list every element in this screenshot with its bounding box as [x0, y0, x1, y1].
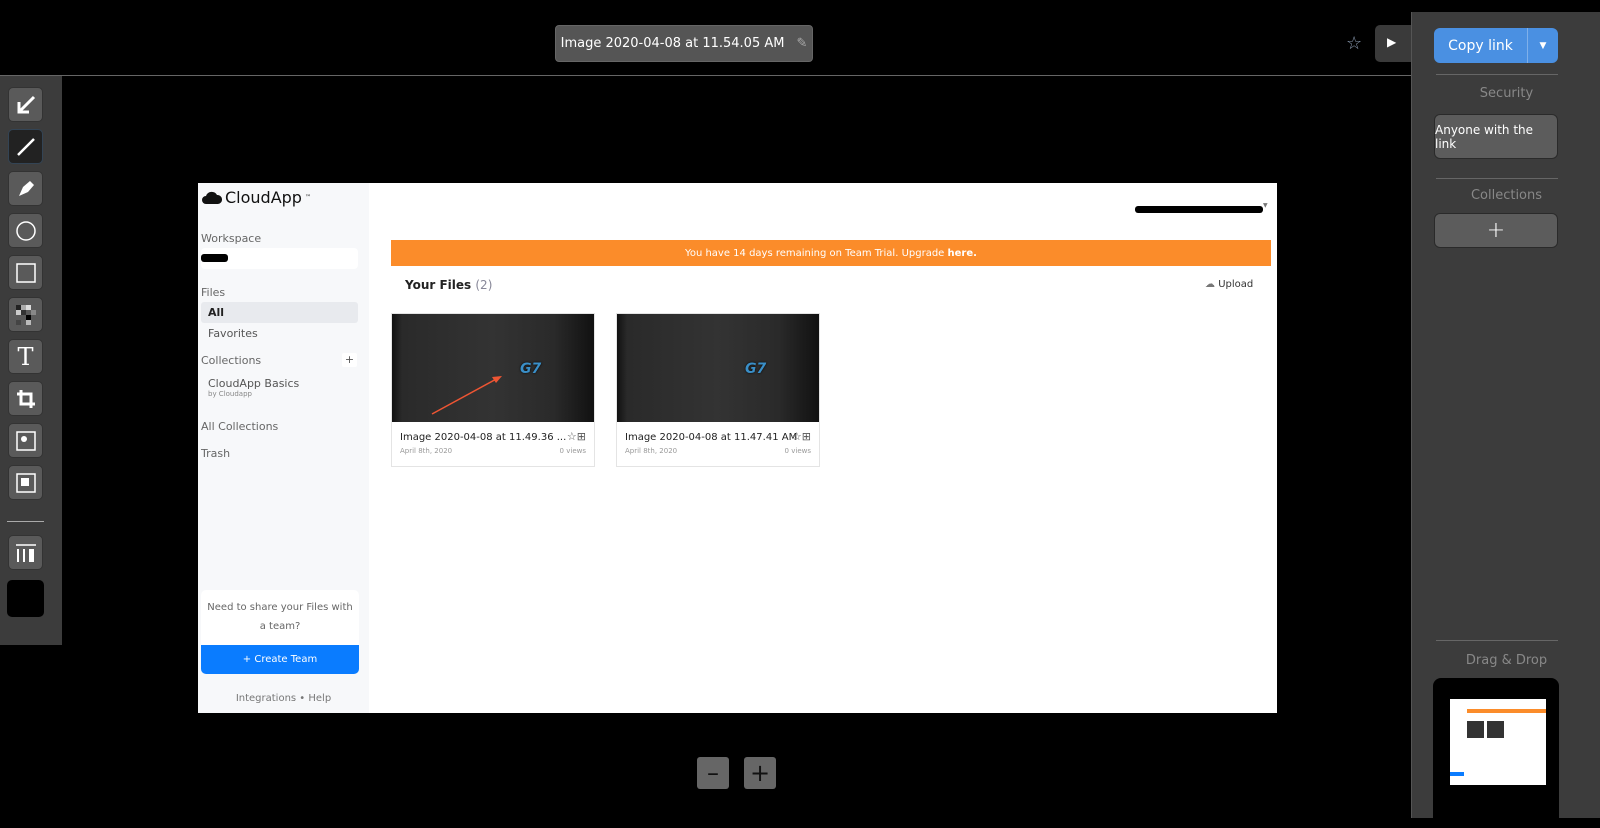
collections-label: Collections: [201, 354, 262, 367]
app-sidebar: CloudApp ™ Workspace Files All Favorites …: [198, 183, 369, 713]
file-thumbnail[interactable]: G7: [617, 314, 819, 422]
footer-links[interactable]: Integrations • Help: [198, 693, 369, 704]
promo-text: Need to share your Files with a team?: [207, 602, 353, 632]
file-name[interactable]: Image 2020-04-08 at 11.47.41 AM: [625, 432, 797, 443]
divider: [1436, 640, 1558, 641]
arrow-icon: [17, 95, 35, 113]
rectangle-tool[interactable]: [8, 255, 43, 290]
add-to-collection-icon: ⊞: [576, 430, 586, 443]
title-text: Image 2020-04-08 at 11.54.05 AM: [560, 36, 785, 51]
file-thumbnail[interactable]: G7: [392, 314, 594, 422]
file-date: April 8th, 2020: [400, 447, 453, 455]
annotation-toolbar: T: [0, 76, 62, 645]
your-files-heading: Your Files (2): [405, 278, 493, 292]
text-icon: T: [17, 342, 34, 371]
ruler-icon: [15, 543, 36, 562]
chevron-down-icon[interactable]: ▼: [1528, 28, 1558, 63]
chevron-down-icon[interactable]: ▼: [1263, 202, 1268, 209]
circle-icon: [15, 220, 36, 241]
divider: [1436, 178, 1558, 179]
workspace-select[interactable]: [201, 248, 358, 269]
pixelate-icon: [15, 304, 36, 325]
cloud-icon: [202, 191, 222, 204]
sidebar-item-favorites[interactable]: Favorites: [201, 323, 358, 344]
divider: [1436, 74, 1558, 75]
share-panel: Copy link ▼ Security Anyone with the lin…: [1411, 12, 1600, 828]
title-field[interactable]: Image 2020-04-08 at 11.54.05 AM ✎: [555, 25, 813, 62]
spotlight-icon: [15, 430, 36, 451]
create-team-button[interactable]: + Create Team: [201, 645, 359, 674]
file-name[interactable]: Image 2020-04-08 at 11.49.36 ...: [400, 432, 566, 443]
collections-label: Collections: [1470, 188, 1543, 203]
copy-link-button[interactable]: Copy link ▼: [1434, 28, 1558, 63]
team-promo: Need to share your Files with a team? + …: [201, 590, 359, 674]
focus-icon: [15, 472, 36, 493]
upload-button[interactable]: ☁ Upload: [1205, 279, 1253, 290]
divider: [0, 75, 1411, 76]
arrow-tool[interactable]: [8, 87, 43, 122]
star-icon: ☆: [566, 430, 577, 443]
spotlight-tool[interactable]: [8, 423, 43, 458]
divider: [7, 521, 44, 522]
pixelate-tool[interactable]: [8, 297, 43, 332]
file-actions[interactable]: ☆⊞: [567, 430, 586, 443]
highlighter-tool[interactable]: [8, 171, 43, 206]
text-tool[interactable]: T: [8, 339, 43, 374]
crop-tool[interactable]: [8, 381, 43, 416]
sidebar-item-trash[interactable]: Trash: [201, 447, 230, 460]
add-to-collection-icon: ⊞: [801, 430, 811, 443]
zoom-in-button[interactable]: +: [744, 757, 776, 789]
zoom-out-button[interactable]: –: [697, 757, 729, 789]
star-icon[interactable]: ☆: [1346, 33, 1362, 54]
file-card[interactable]: G7 Image 2020-04-08 at 11.47.41 AM ☆⊞ Ap…: [616, 313, 820, 467]
security-button[interactable]: Anyone with the link: [1434, 114, 1558, 159]
highlighter-icon: [18, 180, 34, 196]
screenshot-canvas: CloudApp ™ Workspace Files All Favorites …: [198, 183, 1277, 713]
focus-tool[interactable]: [8, 465, 43, 500]
sidebar-item-all-collections[interactable]: All Collections: [201, 420, 278, 433]
g7-logo: G7: [745, 361, 767, 377]
file-card[interactable]: G7 Image 2020-04-08 at 11.49.36 ... ☆⊞ A…: [391, 313, 595, 467]
copy-link-label[interactable]: Copy link: [1434, 28, 1528, 63]
toggle-panel-button[interactable]: ▶: [1375, 25, 1415, 62]
cloudapp-logo: CloudApp ™: [202, 188, 311, 207]
line-tool[interactable]: [8, 129, 43, 164]
file-views: 0 views: [784, 447, 811, 455]
play-icon: ▶: [1387, 35, 1397, 49]
file-views: 0 views: [559, 447, 586, 455]
add-collection-button[interactable]: +: [1434, 213, 1558, 248]
resize-tool[interactable]: [8, 535, 43, 570]
file-actions[interactable]: ☆⊞: [792, 430, 811, 443]
drag-drop-label: Drag & Drop: [1465, 653, 1548, 668]
collection-item[interactable]: CloudApp Basics by Cloudapp: [208, 377, 299, 398]
pencil-icon[interactable]: ✎: [796, 36, 807, 51]
user-menu[interactable]: [1135, 206, 1263, 213]
trial-banner: You have 14 days remaining on Team Trial…: [391, 240, 1271, 266]
ellipse-tool[interactable]: [8, 213, 43, 248]
files-label: Files: [201, 286, 226, 299]
cloud-upload-icon: ☁: [1205, 279, 1215, 290]
line-icon: [16, 137, 35, 156]
add-collection-button[interactable]: +: [342, 353, 357, 367]
security-label: Security: [1479, 86, 1534, 101]
color-swatch[interactable]: [7, 580, 44, 617]
star-icon: ☆: [791, 430, 802, 443]
file-date: April 8th, 2020: [625, 447, 678, 455]
drag-drop-thumbnail[interactable]: [1433, 678, 1559, 828]
workspace-label: Workspace: [201, 232, 262, 245]
upgrade-link[interactable]: here.: [948, 248, 977, 259]
crop-icon: [16, 389, 35, 408]
sidebar-item-all[interactable]: All: [201, 302, 358, 323]
square-icon: [15, 262, 36, 283]
